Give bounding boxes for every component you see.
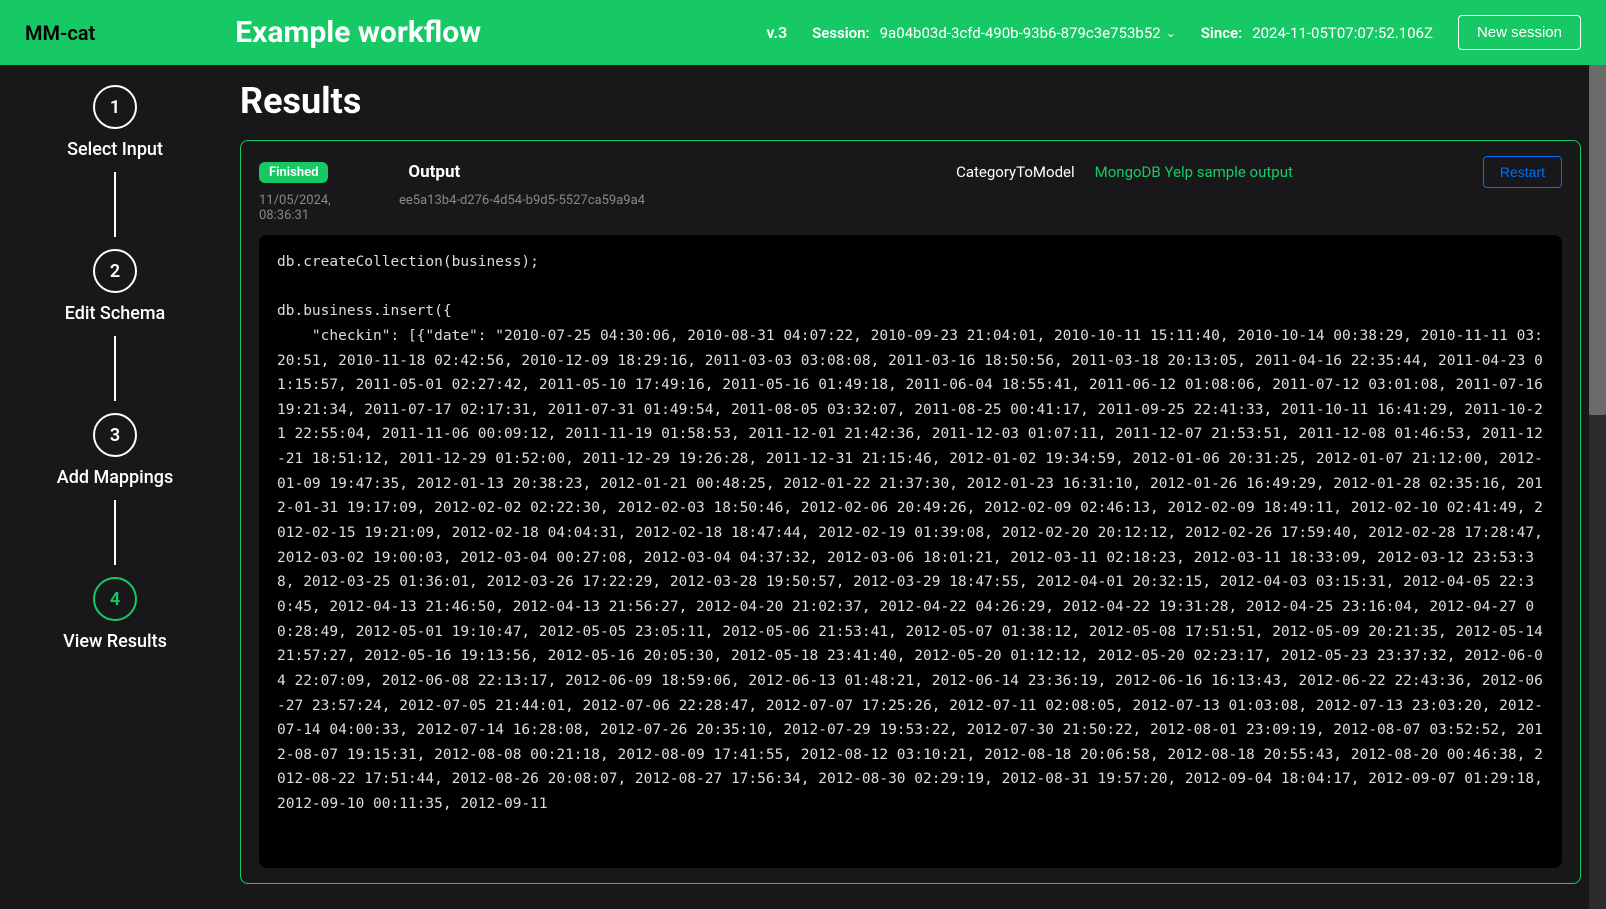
category-label: CategoryToModel (956, 163, 1075, 181)
step-add-mappings[interactable]: 3 Add Mappings (57, 413, 173, 488)
workflow-title: Example workflow (235, 15, 746, 50)
app-header: MM-cat Example workflow v.3 Session: 9a0… (0, 0, 1606, 65)
session-id: 9a04b03d-3cfd-490b-93b6-879c3e753b52 (880, 24, 1161, 42)
step-label: View Results (63, 631, 167, 652)
panel-subheader: 11/05/2024, 08:36:31 ee5a13b4-d276-4d54-… (259, 193, 1562, 223)
step-number: 1 (93, 85, 137, 129)
chevron-down-icon: ⌄ (1166, 26, 1176, 40)
main-content: Results Finished Output CategoryToModel … (230, 65, 1606, 909)
job-timestamp: 11/05/2024, 08:36:31 (259, 193, 379, 223)
session-label: Session: (812, 24, 870, 42)
job-id: ee5a13b4-d276-4d54-b9d5-5527ca59a9a4 (399, 193, 645, 223)
app-logo[interactable]: MM-cat (25, 21, 95, 45)
restart-button[interactable]: Restart (1483, 156, 1562, 188)
since-label: Since: (1201, 24, 1242, 42)
step-connector (114, 500, 116, 565)
output-link[interactable]: MongoDB Yelp sample output (1095, 163, 1293, 181)
results-panel: Finished Output CategoryToModel MongoDB … (240, 140, 1581, 884)
panel-header: Finished Output CategoryToModel MongoDB … (259, 156, 1562, 188)
step-select-input[interactable]: 1 Select Input (67, 85, 163, 160)
step-number: 4 (93, 577, 137, 621)
scrollbar-thumb[interactable] (1589, 65, 1606, 415)
code-output[interactable]: db.createCollection(business); db.busine… (259, 235, 1562, 868)
output-label: Output (408, 162, 460, 182)
step-label: Add Mappings (57, 467, 173, 488)
version-label: v.3 (766, 23, 787, 42)
session-dropdown[interactable]: 9a04b03d-3cfd-490b-93b6-879c3e753b52 ⌄ (880, 24, 1176, 42)
scrollbar[interactable] (1589, 65, 1606, 909)
since-value: 2024-11-05T07:07:52.106Z (1252, 24, 1433, 42)
step-connector (114, 336, 116, 401)
step-number: 2 (93, 249, 137, 293)
status-badge: Finished (259, 162, 328, 183)
header-meta: v.3 Session: 9a04b03d-3cfd-490b-93b6-879… (766, 15, 1581, 50)
step-edit-schema[interactable]: 2 Edit Schema (65, 249, 166, 324)
step-connector (114, 172, 116, 237)
page-title: Results (240, 80, 1581, 122)
step-label: Select Input (67, 139, 163, 160)
workflow-steps-sidebar: 1 Select Input 2 Edit Schema 3 Add Mappi… (0, 65, 230, 909)
new-session-button[interactable]: New session (1458, 15, 1581, 50)
step-label: Edit Schema (65, 303, 166, 324)
step-number: 3 (93, 413, 137, 457)
step-view-results[interactable]: 4 View Results (63, 577, 167, 652)
